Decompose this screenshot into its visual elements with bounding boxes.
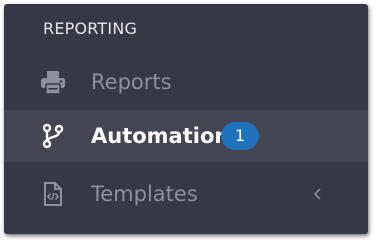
printer-icon (40, 69, 66, 95)
sidebar-panel: REPORTING Reports Automation 1 Templates (4, 4, 368, 234)
git-branch-icon (40, 123, 66, 149)
chevron-left-icon[interactable] (312, 185, 324, 203)
sidebar-item-automation[interactable]: Automation 1 (4, 110, 368, 162)
sidebar-item-label: Reports (91, 70, 172, 94)
sidebar-item-templates[interactable]: Templates (4, 168, 368, 220)
sidebar-item-reports[interactable]: Reports (4, 56, 368, 108)
sidebar-item-label: Templates (91, 182, 198, 206)
sidebar-item-label: Automation (91, 124, 230, 148)
notification-badge: 1 (221, 122, 259, 150)
section-header-reporting: REPORTING (43, 19, 138, 38)
code-file-icon (40, 181, 66, 207)
